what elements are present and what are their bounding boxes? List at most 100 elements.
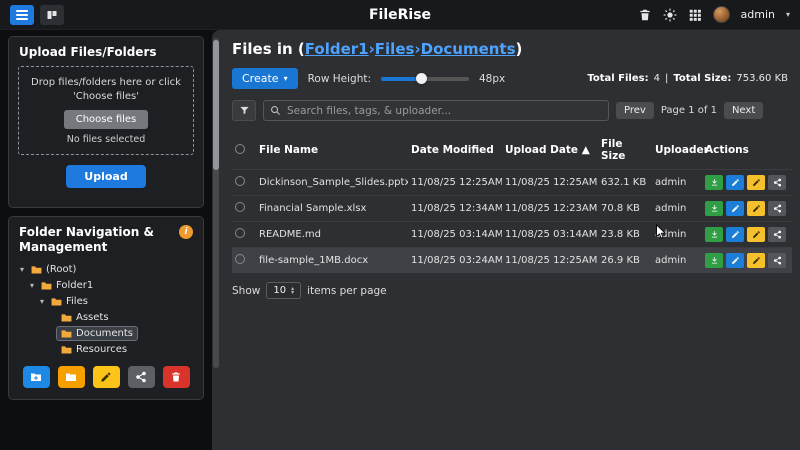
tree-item-root[interactable]: ▾ (Root)	[15, 261, 197, 277]
slider-thumb[interactable]	[416, 73, 427, 84]
file-uploaded: 11/08/25 12:23AM	[502, 196, 598, 222]
file-uploaded: 11/08/25 12:25AM	[502, 248, 598, 274]
pencil-icon	[731, 256, 740, 265]
tree-item-documents[interactable]: Documents	[15, 325, 197, 341]
share-folder-button[interactable]	[128, 366, 155, 388]
rename-folder-button[interactable]	[93, 366, 120, 388]
edit-button[interactable]	[726, 201, 744, 216]
total-files-label: Total Files:	[587, 73, 648, 84]
scrollbar[interactable]	[213, 38, 219, 368]
file-uploader: admin	[652, 170, 702, 196]
trash-icon	[170, 371, 182, 383]
upload-button[interactable]: Upload	[66, 165, 145, 188]
menu-toggle-button[interactable]	[10, 5, 34, 25]
toolbar: Create ▾ Row Height: 48px Total Files: 4…	[232, 68, 788, 89]
column-header-uploader[interactable]: Uploader	[652, 131, 702, 170]
file-uploader: admin	[652, 222, 702, 248]
row-checkbox[interactable]	[235, 254, 245, 264]
pencil-icon	[731, 204, 740, 213]
download-button[interactable]	[705, 227, 723, 242]
scrollbar-thumb[interactable]	[213, 40, 219, 170]
view-toggle-button[interactable]	[40, 5, 64, 25]
items-per-page-select[interactable]: 10 ▴▾	[266, 282, 301, 299]
file-name[interactable]: file-sample_1MB.docx	[256, 248, 408, 274]
caret-down-icon[interactable]: ▾	[37, 297, 47, 306]
share-button[interactable]	[768, 227, 786, 242]
create-folder-button[interactable]	[23, 366, 50, 388]
tree-item-folder1[interactable]: ▾ Folder1	[15, 277, 197, 293]
select-all-checkbox[interactable]	[235, 144, 245, 154]
file-name[interactable]: Dickinson_Sample_Slides.pptx	[256, 170, 408, 196]
apps-grid-button[interactable]	[688, 8, 702, 22]
total-files-value: 4	[654, 73, 660, 84]
theme-toggle-button[interactable]	[663, 8, 677, 22]
pencil-icon	[752, 256, 761, 265]
caret-down-icon[interactable]: ▾	[27, 281, 37, 290]
rename-button[interactable]	[747, 175, 765, 190]
delete-folder-button[interactable]	[163, 366, 190, 388]
table-row[interactable]: Financial Sample.xlsx 11/08/25 12:34AM 1…	[232, 196, 792, 222]
download-button[interactable]	[705, 201, 723, 216]
breadcrumb-link-documents[interactable]: Documents	[421, 40, 516, 58]
sun-icon	[663, 8, 677, 22]
download-icon	[710, 256, 719, 265]
file-modified: 11/08/25 03:24AM	[408, 248, 502, 274]
file-uploader: admin	[652, 196, 702, 222]
dropzone[interactable]: Drop files/folders here or click 'Choose…	[18, 66, 194, 155]
table-row[interactable]: README.md 11/08/25 03:14AM 11/08/25 03:1…	[232, 222, 792, 248]
edit-button[interactable]	[726, 227, 744, 242]
slider-fill	[381, 77, 421, 81]
breadcrumb-link-folder1[interactable]: Folder1	[305, 40, 369, 58]
breadcrumb-link-files[interactable]: Files	[375, 40, 415, 58]
caret-down-icon[interactable]: ▾	[17, 265, 27, 274]
next-page-button[interactable]: Next	[724, 102, 763, 119]
choose-files-button[interactable]: Choose files	[64, 110, 149, 129]
hamburger-icon	[16, 8, 28, 22]
panels-icon	[46, 9, 58, 21]
edit-button[interactable]	[726, 253, 744, 268]
row-checkbox[interactable]	[235, 176, 245, 186]
file-name[interactable]: Financial Sample.xlsx	[256, 196, 408, 222]
rename-button[interactable]	[747, 201, 765, 216]
rename-button[interactable]	[747, 227, 765, 242]
column-header-name[interactable]: File Name	[256, 131, 408, 170]
row-height-slider[interactable]	[381, 77, 469, 81]
info-icon[interactable]: i	[179, 225, 193, 239]
row-height-value: 48px	[479, 73, 505, 85]
upload-card: Upload Files/Folders Drop files/folders …	[8, 36, 204, 208]
download-button[interactable]	[705, 253, 723, 268]
create-button[interactable]: Create ▾	[232, 68, 298, 89]
table-row[interactable]: file-sample_1MB.docx 11/08/25 03:24AM 11…	[232, 248, 792, 274]
user-menu-label[interactable]: admin	[741, 8, 775, 21]
search-input[interactable]	[287, 105, 602, 117]
tree-item-files[interactable]: ▾ Files	[15, 293, 197, 309]
share-button[interactable]	[768, 253, 786, 268]
table-row[interactable]: Dickinson_Sample_Slides.pptx 11/08/25 12…	[232, 170, 792, 196]
tree-item-assets[interactable]: Assets	[15, 309, 197, 325]
row-checkbox[interactable]	[235, 202, 245, 212]
page-title: Files in (Folder1›Files›Documents)	[232, 40, 788, 58]
share-icon	[773, 230, 782, 239]
share-button[interactable]	[768, 201, 786, 216]
avatar[interactable]	[713, 6, 730, 23]
column-header-size[interactable]: File Size	[598, 131, 652, 170]
pencil-icon	[731, 178, 740, 187]
row-checkbox[interactable]	[235, 228, 245, 238]
chevron-down-icon[interactable]: ▾	[786, 10, 790, 19]
share-button[interactable]	[768, 175, 786, 190]
prev-page-button[interactable]: Prev	[616, 102, 654, 119]
file-uploaded: 11/08/25 12:25AM	[502, 170, 598, 196]
table-header-row: File Name Date Modified Upload Date ▲ Fi…	[232, 131, 792, 170]
download-button[interactable]	[705, 175, 723, 190]
filter-button[interactable]	[232, 100, 256, 121]
column-header-uploaded[interactable]: Upload Date ▲	[502, 131, 598, 170]
tree-item-label: Resources	[76, 344, 127, 355]
file-name[interactable]: README.md	[256, 222, 408, 248]
move-folder-button[interactable]	[58, 366, 85, 388]
tree-item-resources[interactable]: Resources	[15, 341, 197, 357]
column-header-modified[interactable]: Date Modified	[408, 131, 502, 170]
edit-button[interactable]	[726, 175, 744, 190]
folder-nav-card: Folder Navigation & Management i ▾ (Root…	[8, 216, 204, 400]
rename-button[interactable]	[747, 253, 765, 268]
trash-button[interactable]	[638, 8, 652, 22]
